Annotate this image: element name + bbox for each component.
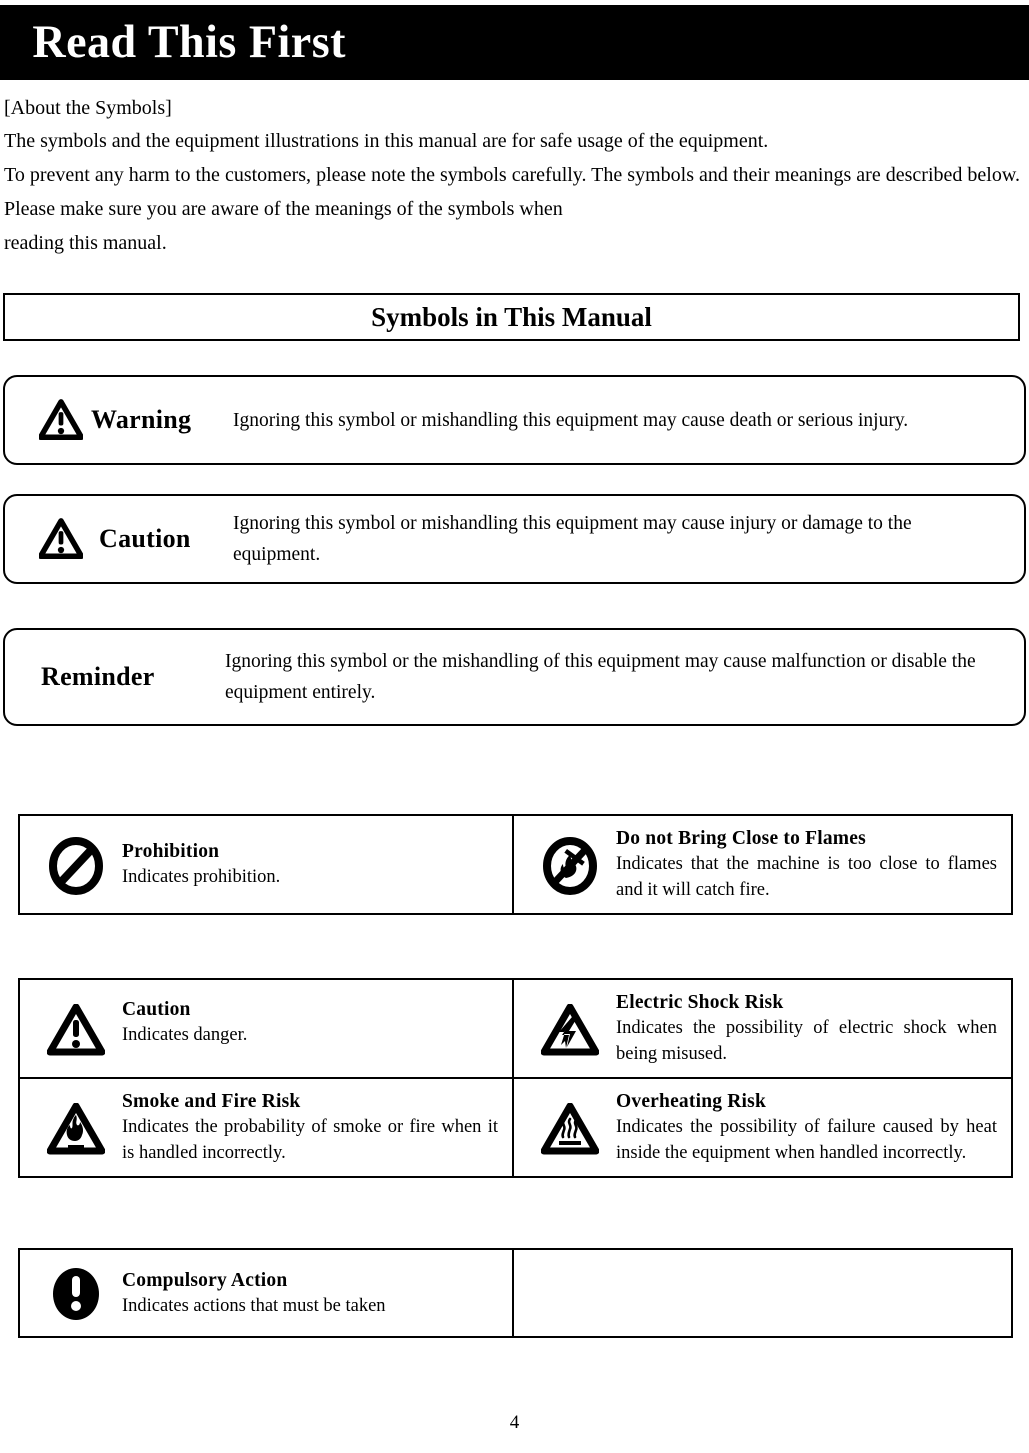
table-cell-empty bbox=[512, 1248, 1013, 1338]
cell-description: Indicates the probability of smoke or fi… bbox=[122, 1117, 498, 1163]
cell-title: Do not Bring Close to Flames bbox=[616, 828, 866, 849]
no-flame-icon bbox=[524, 835, 616, 895]
prohibition-circle-icon bbox=[30, 835, 122, 895]
cell-title: Overheating Risk bbox=[616, 1091, 766, 1112]
table-row: Smoke and Fire Risk Indicates the probab… bbox=[18, 1077, 1013, 1178]
intro-line-1: The symbols and the equipment illustrati… bbox=[4, 124, 1020, 158]
section-heading: Symbols in This Manual bbox=[371, 301, 652, 332]
note-label-reminder: Reminder bbox=[41, 662, 155, 691]
cell-description: Indicates actions that must be taken bbox=[122, 1295, 386, 1316]
compulsory-action-icon bbox=[30, 1263, 122, 1323]
note-text-warning: Ignoring this symbol or mishandling this… bbox=[233, 409, 909, 431]
caution-triangle-icon bbox=[5, 514, 83, 564]
caution-triangle-icon bbox=[30, 1002, 122, 1056]
intro-paragraph-text: To prevent any harm to the customers, pl… bbox=[4, 164, 1020, 220]
cell-title: Electric Shock Risk bbox=[616, 992, 784, 1013]
cell-description: Indicates prohibition. bbox=[122, 867, 281, 887]
note-box-caution: Caution Ignoring this symbol or mishandl… bbox=[3, 494, 1026, 584]
intro-lead: [About the Symbols] bbox=[4, 97, 172, 119]
table-cell-no-flame: Do not Bring Close to Flames Indicates t… bbox=[512, 814, 1013, 915]
table-cell-caution: Caution Indicates danger. bbox=[18, 978, 514, 1079]
page-title: Read This First bbox=[32, 16, 346, 68]
note-label-caution: Caution bbox=[99, 524, 191, 553]
cell-title: Smoke and Fire Risk bbox=[122, 1091, 301, 1112]
prohibition-symbol-table: Prohibition Indicates prohibition. Do no… bbox=[18, 814, 1013, 915]
table-cell-compulsory-action: Compulsory Action Indicates actions that… bbox=[18, 1248, 514, 1338]
note-box-warning: Warning Ignoring this symbol or mishandl… bbox=[3, 375, 1026, 465]
cell-description: Indicates that the machine is too close … bbox=[616, 854, 997, 900]
table-row: Prohibition Indicates prohibition. Do no… bbox=[18, 814, 1013, 915]
page-title-bar: Read This First bbox=[0, 5, 1029, 80]
intro-section: [About the Symbols] The symbols and the … bbox=[4, 92, 1020, 260]
intro-paragraph-last-line: reading this manual. bbox=[4, 232, 167, 254]
table-cell-prohibition: Prohibition Indicates prohibition. bbox=[18, 814, 514, 915]
cell-description: Indicates the possibility of failure cau… bbox=[616, 1117, 997, 1163]
cell-title: Prohibition bbox=[122, 841, 220, 862]
note-label-warning: Warning bbox=[91, 405, 192, 434]
note-text-caution: Ignoring this symbol or mishandling this… bbox=[233, 513, 912, 565]
table-cell-electric-shock: Electric Shock Risk Indicates the possib… bbox=[512, 978, 1013, 1079]
hot-surface-icon bbox=[524, 1101, 616, 1155]
table-cell-smoke-fire: Smoke and Fire Risk Indicates the probab… bbox=[18, 1077, 514, 1178]
note-text-reminder: Ignoring this symbol or the mishandling … bbox=[225, 651, 976, 703]
note-box-reminder: Reminder Ignoring this symbol or the mis… bbox=[3, 628, 1026, 726]
intro-paragraph: To prevent any harm to the customers, pl… bbox=[4, 158, 1020, 260]
risk-symbol-table: Caution Indicates danger. Electric Shock… bbox=[18, 978, 1013, 1178]
compulsory-symbol-table: Compulsory Action Indicates actions that… bbox=[18, 1248, 1013, 1338]
intro-line-1-text: The symbols and the equipment illustrati… bbox=[4, 130, 769, 152]
page-number: 4 bbox=[509, 1412, 520, 1433]
section-header-box: Symbols in This Manual bbox=[3, 293, 1020, 341]
table-cell-overheating: Overheating Risk Indicates the possibili… bbox=[512, 1077, 1013, 1178]
table-row: Caution Indicates danger. Electric Shock… bbox=[18, 978, 1013, 1079]
fire-triangle-icon bbox=[30, 1101, 122, 1155]
cell-description: Indicates the possibility of electric sh… bbox=[616, 1018, 997, 1064]
cell-title: Compulsory Action bbox=[122, 1269, 288, 1291]
cell-description: Indicates danger. bbox=[122, 1024, 248, 1045]
cell-title: Caution bbox=[122, 998, 191, 1020]
table-row: Compulsory Action Indicates actions that… bbox=[18, 1248, 1013, 1338]
warning-triangle-icon bbox=[5, 395, 83, 445]
electric-shock-icon bbox=[524, 1002, 616, 1056]
